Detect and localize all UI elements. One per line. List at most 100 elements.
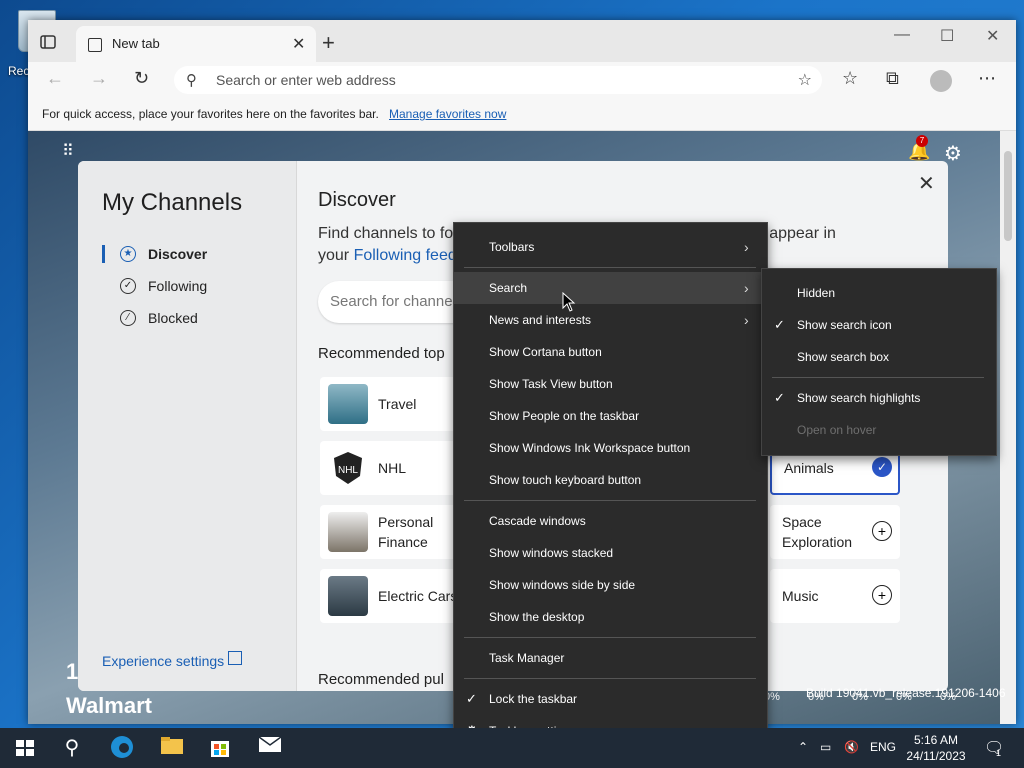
desc-part1: Find channels to fo: [318, 225, 454, 242]
search-icon[interactable]: ⚲: [58, 734, 86, 762]
submenu-item-hidden[interactable]: Hidden: [762, 277, 996, 309]
menu-separator: [464, 637, 756, 638]
back-icon[interactable]: ←: [46, 68, 64, 89]
recommended-publishers-heading: Recommended pul: [318, 671, 444, 688]
menu-label: Search: [489, 281, 528, 295]
windows-logo-icon: [26, 740, 34, 747]
menu-item-show-desktop[interactable]: Show the desktop: [454, 601, 767, 633]
page-scrollbar[interactable]: [1000, 131, 1016, 724]
action-center-icon[interactable]: 🗨: [984, 738, 1004, 758]
clock[interactable]: 5:16 AM 24/11/2023: [904, 732, 968, 764]
menu-item-show-cortana[interactable]: Show Cortana button: [454, 336, 767, 368]
submenu-item-show-search-icon[interactable]: ✓ Show search icon: [762, 309, 996, 341]
followed-check-icon[interactable]: ✓: [872, 457, 892, 477]
menu-label: Cascade windows: [489, 514, 586, 528]
network-icon[interactable]: ▭: [820, 740, 831, 754]
menu-item-windows-stacked[interactable]: Show windows stacked: [454, 537, 767, 569]
more-options-icon[interactable]: ⋯: [978, 68, 996, 89]
maximize-button[interactable]: ☐: [940, 26, 954, 46]
collections-icon[interactable]: ⧉: [886, 68, 899, 89]
menu-item-show-ink-workspace[interactable]: Show Windows Ink Workspace button: [454, 432, 767, 464]
scrollbar-thumb[interactable]: [1004, 151, 1012, 241]
notification-count: 1: [996, 748, 1002, 758]
favorites-bar-hint: For quick access, place your favorites h…: [42, 107, 379, 121]
menu-item-news-and-interests[interactable]: News and interests ›: [454, 304, 767, 336]
menu-label: Show search icon: [797, 318, 892, 332]
tab-close-icon[interactable]: ✕: [292, 34, 305, 54]
menu-item-show-people[interactable]: Show People on the taskbar: [454, 400, 767, 432]
menu-item-show-task-view[interactable]: Show Task View button: [454, 368, 767, 400]
travel-thumbnail: [328, 384, 368, 424]
favorites-icon[interactable]: ☆: [842, 68, 858, 89]
edge-icon[interactable]: [108, 734, 136, 762]
menu-item-task-manager[interactable]: Task Manager: [454, 642, 767, 674]
address-input[interactable]: Search or enter web address: [216, 72, 396, 88]
refresh-icon[interactable]: ↻: [134, 68, 149, 89]
topic-label: Music: [782, 588, 819, 604]
address-bar[interactable]: ⚲ Search or enter web address ☆: [174, 66, 822, 94]
profile-avatar[interactable]: [930, 70, 952, 92]
dialog-title: My Channels: [102, 189, 243, 216]
new-tab-button[interactable]: +: [322, 30, 335, 56]
clock-time: 5:16 AM: [913, 733, 959, 747]
menu-label: Show Windows Ink Workspace button: [489, 441, 691, 455]
submenu-item-show-search-highlights[interactable]: ✓ Show search highlights: [762, 382, 996, 414]
dialog-close-icon[interactable]: ✕: [918, 171, 935, 196]
experience-settings-link[interactable]: Experience settings: [102, 653, 224, 669]
volume-muted-icon[interactable]: 🔇: [844, 740, 859, 754]
page-settings-icon[interactable]: ⚙: [944, 141, 962, 166]
menu-item-search[interactable]: Search ›: [454, 272, 767, 304]
active-marker: [102, 245, 105, 263]
search-submenu: Hidden ✓ Show search icon Show search box…: [761, 268, 997, 456]
apps-grid-icon[interactable]: ⠿: [62, 141, 74, 161]
topic-label: Space Exploration: [782, 514, 853, 550]
tab-bar: New tab ✕ + — ☐ ✕: [28, 20, 1016, 62]
following-icon: ✓: [120, 278, 136, 294]
mail-icon[interactable]: [256, 734, 284, 762]
show-hidden-icons-icon[interactable]: ⌃: [798, 740, 808, 754]
manage-favorites-link[interactable]: Manage favorites now: [389, 107, 506, 121]
discover-icon: ★: [120, 246, 136, 262]
submenu-item-show-search-box[interactable]: Show search box: [762, 341, 996, 373]
finance-thumbnail: [328, 512, 368, 552]
minimize-button[interactable]: —: [894, 26, 910, 44]
follow-plus-icon[interactable]: +: [872, 521, 892, 541]
menu-label: Show search highlights: [797, 391, 921, 405]
forward-icon[interactable]: →: [90, 68, 108, 89]
clock-date: 24/11/2023: [906, 749, 966, 763]
background-headline: Walmart: [66, 693, 152, 718]
menu-item-show-touch-keyboard[interactable]: Show touch keyboard button: [454, 464, 767, 496]
language-indicator[interactable]: ENG: [870, 740, 896, 754]
blocked-icon: ⁄: [120, 310, 136, 326]
microsoft-store-icon[interactable]: [206, 734, 234, 762]
topic-card-music[interactable]: Music +: [770, 569, 900, 623]
close-window-button[interactable]: ✕: [986, 26, 999, 46]
tab-actions-icon[interactable]: [40, 34, 56, 50]
start-button[interactable]: [16, 740, 34, 756]
topic-card-space-exploration[interactable]: Space Exploration +: [770, 505, 900, 559]
recommended-topics-heading: Recommended top: [318, 345, 445, 362]
menu-label: Toolbars: [489, 240, 535, 254]
tab-new-tab[interactable]: New tab ✕: [76, 26, 316, 62]
submenu-item-open-on-hover: Open on hover: [762, 414, 996, 446]
channels-sidebar: My Channels ★ Discover ✓ Following ⁄ Blo…: [78, 161, 297, 691]
menu-item-windows-side-by-side[interactable]: Show windows side by side: [454, 569, 767, 601]
following-feed-link[interactable]: Following feed: [354, 247, 457, 264]
menu-item-toolbars[interactable]: Toolbars ›: [454, 231, 767, 263]
menu-label: Show People on the taskbar: [489, 409, 640, 423]
add-favorite-icon[interactable]: ☆: [798, 70, 812, 90]
mouse-cursor: [562, 291, 576, 317]
follow-plus-icon[interactable]: +: [872, 585, 892, 605]
windows-logo-icon: [26, 749, 34, 756]
menu-label: Show Task View button: [489, 377, 613, 391]
file-explorer-icon[interactable]: [158, 734, 186, 762]
build-watermark: Build 19041.vb_release.191206-1406: [806, 686, 1006, 700]
search-icon: ⚲: [186, 72, 197, 89]
svg-text:NHL: NHL: [338, 465, 358, 476]
sidebar-label-discover: Discover: [148, 246, 208, 262]
menu-item-lock-taskbar[interactable]: ✓ Lock the taskbar: [454, 683, 767, 715]
new-tab-icon: [88, 38, 102, 52]
recycle-bin-label: Rec: [8, 64, 30, 78]
menu-item-cascade-windows[interactable]: Cascade windows: [454, 505, 767, 537]
menu-separator: [464, 500, 756, 501]
